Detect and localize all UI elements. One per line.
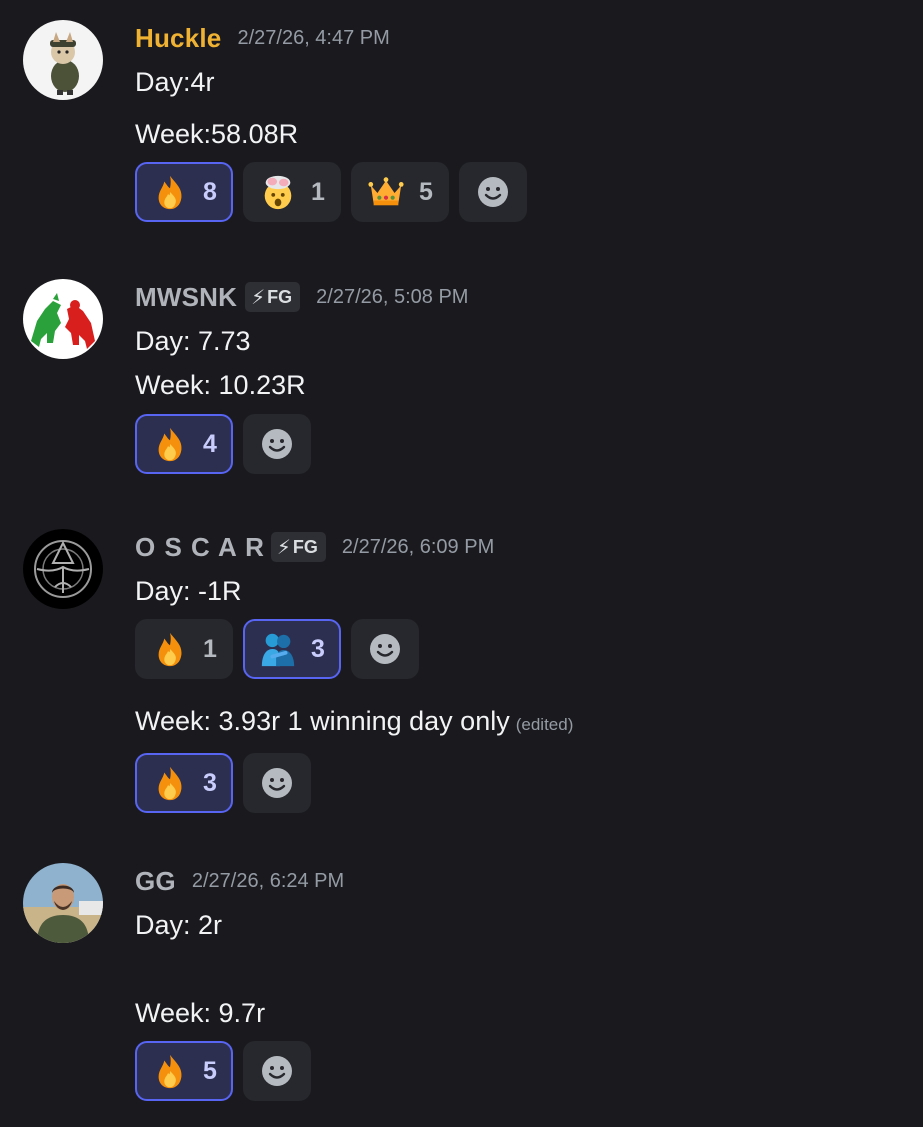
message-header: GG 2/27/26, 6:24 PM xyxy=(135,865,903,897)
reaction-count: 1 xyxy=(203,634,217,663)
avatar[interactable] xyxy=(23,279,103,359)
reactions-bar: 4 xyxy=(135,414,903,474)
reaction-count: 3 xyxy=(311,634,325,663)
smiley-icon xyxy=(370,634,400,664)
reactions-bar: 5 xyxy=(135,1041,903,1101)
reaction-fire[interactable]: 8 xyxy=(135,162,233,222)
timestamp[interactable]: 2/27/26, 5:08 PM xyxy=(316,286,468,309)
bolt-icon: ⚡ xyxy=(276,536,291,559)
smiley-icon xyxy=(262,1056,292,1086)
cat-avatar-image xyxy=(23,20,103,100)
exploding-head-icon xyxy=(264,175,292,210)
smiley-icon xyxy=(478,177,508,207)
people-hugging-icon xyxy=(261,633,295,667)
reactions-bar: 1 3 xyxy=(135,619,903,679)
message-text: Day: 7.73 xyxy=(135,326,251,356)
emblem-avatar-image xyxy=(23,529,103,609)
timestamp[interactable]: 2/27/26, 6:09 PM xyxy=(342,536,494,559)
smiley-icon xyxy=(262,429,292,459)
reaction-exploding-head[interactable]: 1 xyxy=(243,162,341,222)
username[interactable]: Huckle xyxy=(135,23,221,54)
reaction-count: 5 xyxy=(203,1056,217,1085)
smiley-icon xyxy=(262,768,292,798)
username[interactable]: GG xyxy=(135,866,176,897)
message-gg: GG 2/27/26, 6:24 PM Day: 2r Week: 9.7r 5 xyxy=(0,863,923,1108)
avatar[interactable] xyxy=(23,20,103,100)
reaction-fire[interactable]: 1 xyxy=(135,619,233,679)
person-avatar-image xyxy=(23,863,103,943)
reaction-fire[interactable]: 3 xyxy=(135,753,233,813)
edited-label[interactable]: (edited) xyxy=(516,715,574,734)
add-reaction-button[interactable] xyxy=(243,414,311,474)
bolt-icon: ⚡ xyxy=(251,286,266,309)
guild-tag-label: FG xyxy=(267,286,293,307)
username[interactable]: O S C A R xyxy=(135,532,265,563)
reaction-people-hugging[interactable]: 3 xyxy=(243,619,341,679)
fire-icon xyxy=(158,175,182,210)
username[interactable]: MWSNK xyxy=(135,282,237,313)
fire-icon xyxy=(158,1054,182,1089)
add-reaction-button[interactable] xyxy=(243,1041,311,1101)
guild-tag[interactable]: ⚡ FG xyxy=(245,282,301,312)
reaction-count: 1 xyxy=(311,177,325,206)
message-text: Week: 9.7r xyxy=(135,998,266,1028)
message-header: Huckle 2/27/26, 4:47 PM xyxy=(135,22,903,54)
crown-icon xyxy=(368,177,404,206)
followup-text: Week: 3.93r 1 winning day only xyxy=(135,706,510,736)
guild-tag[interactable]: ⚡ FG xyxy=(270,532,326,562)
timestamp[interactable]: 2/27/26, 6:24 PM xyxy=(192,870,344,893)
reaction-crown[interactable]: 5 xyxy=(351,162,449,222)
reaction-fire[interactable]: 4 xyxy=(135,414,233,474)
bull-bear-avatar-image xyxy=(23,279,103,359)
message-text-blank xyxy=(135,947,903,991)
add-reaction-button[interactable] xyxy=(351,619,419,679)
reaction-fire[interactable]: 5 xyxy=(135,1041,233,1101)
message-oscar: O S C A R ⚡ FG 2/27/26, 6:09 PM Day: -1R… xyxy=(0,529,923,813)
avatar[interactable] xyxy=(23,529,103,609)
add-reaction-button[interactable] xyxy=(459,162,527,222)
message-text: Week:58.08R xyxy=(135,119,299,149)
message-header: O S C A R ⚡ FG 2/27/26, 6:09 PM xyxy=(135,531,903,563)
message-huckle: Huckle 2/27/26, 4:47 PM Day:4r Week:58.0… xyxy=(0,20,923,230)
message-text: Day:4r xyxy=(135,67,215,97)
reactions-bar: 8 1 5 xyxy=(135,162,903,222)
message-text: Day: -1R xyxy=(135,576,242,606)
message-header: MWSNK ⚡ FG 2/27/26, 5:08 PM xyxy=(135,281,903,313)
reaction-count: 8 xyxy=(203,177,217,206)
message-text: Day: 2r xyxy=(135,910,223,940)
message-text: Week: 3.93r 1 winning day only (edited) xyxy=(135,699,903,747)
reaction-count: 3 xyxy=(203,768,217,797)
fire-icon xyxy=(158,632,182,667)
fire-icon xyxy=(158,427,182,462)
reaction-count: 5 xyxy=(419,177,433,206)
reaction-count: 4 xyxy=(203,429,217,458)
message-mwsnk: MWSNK ⚡ FG 2/27/26, 5:08 PM Day: 7.73 We… xyxy=(0,279,923,479)
fire-icon xyxy=(158,766,182,801)
avatar[interactable] xyxy=(23,863,103,943)
message-text: Week: 10.23R xyxy=(135,370,306,400)
add-reaction-button[interactable] xyxy=(243,753,311,813)
reactions-bar: 3 xyxy=(135,753,903,813)
timestamp[interactable]: 2/27/26, 4:47 PM xyxy=(237,27,389,50)
guild-tag-label: FG xyxy=(292,536,318,557)
